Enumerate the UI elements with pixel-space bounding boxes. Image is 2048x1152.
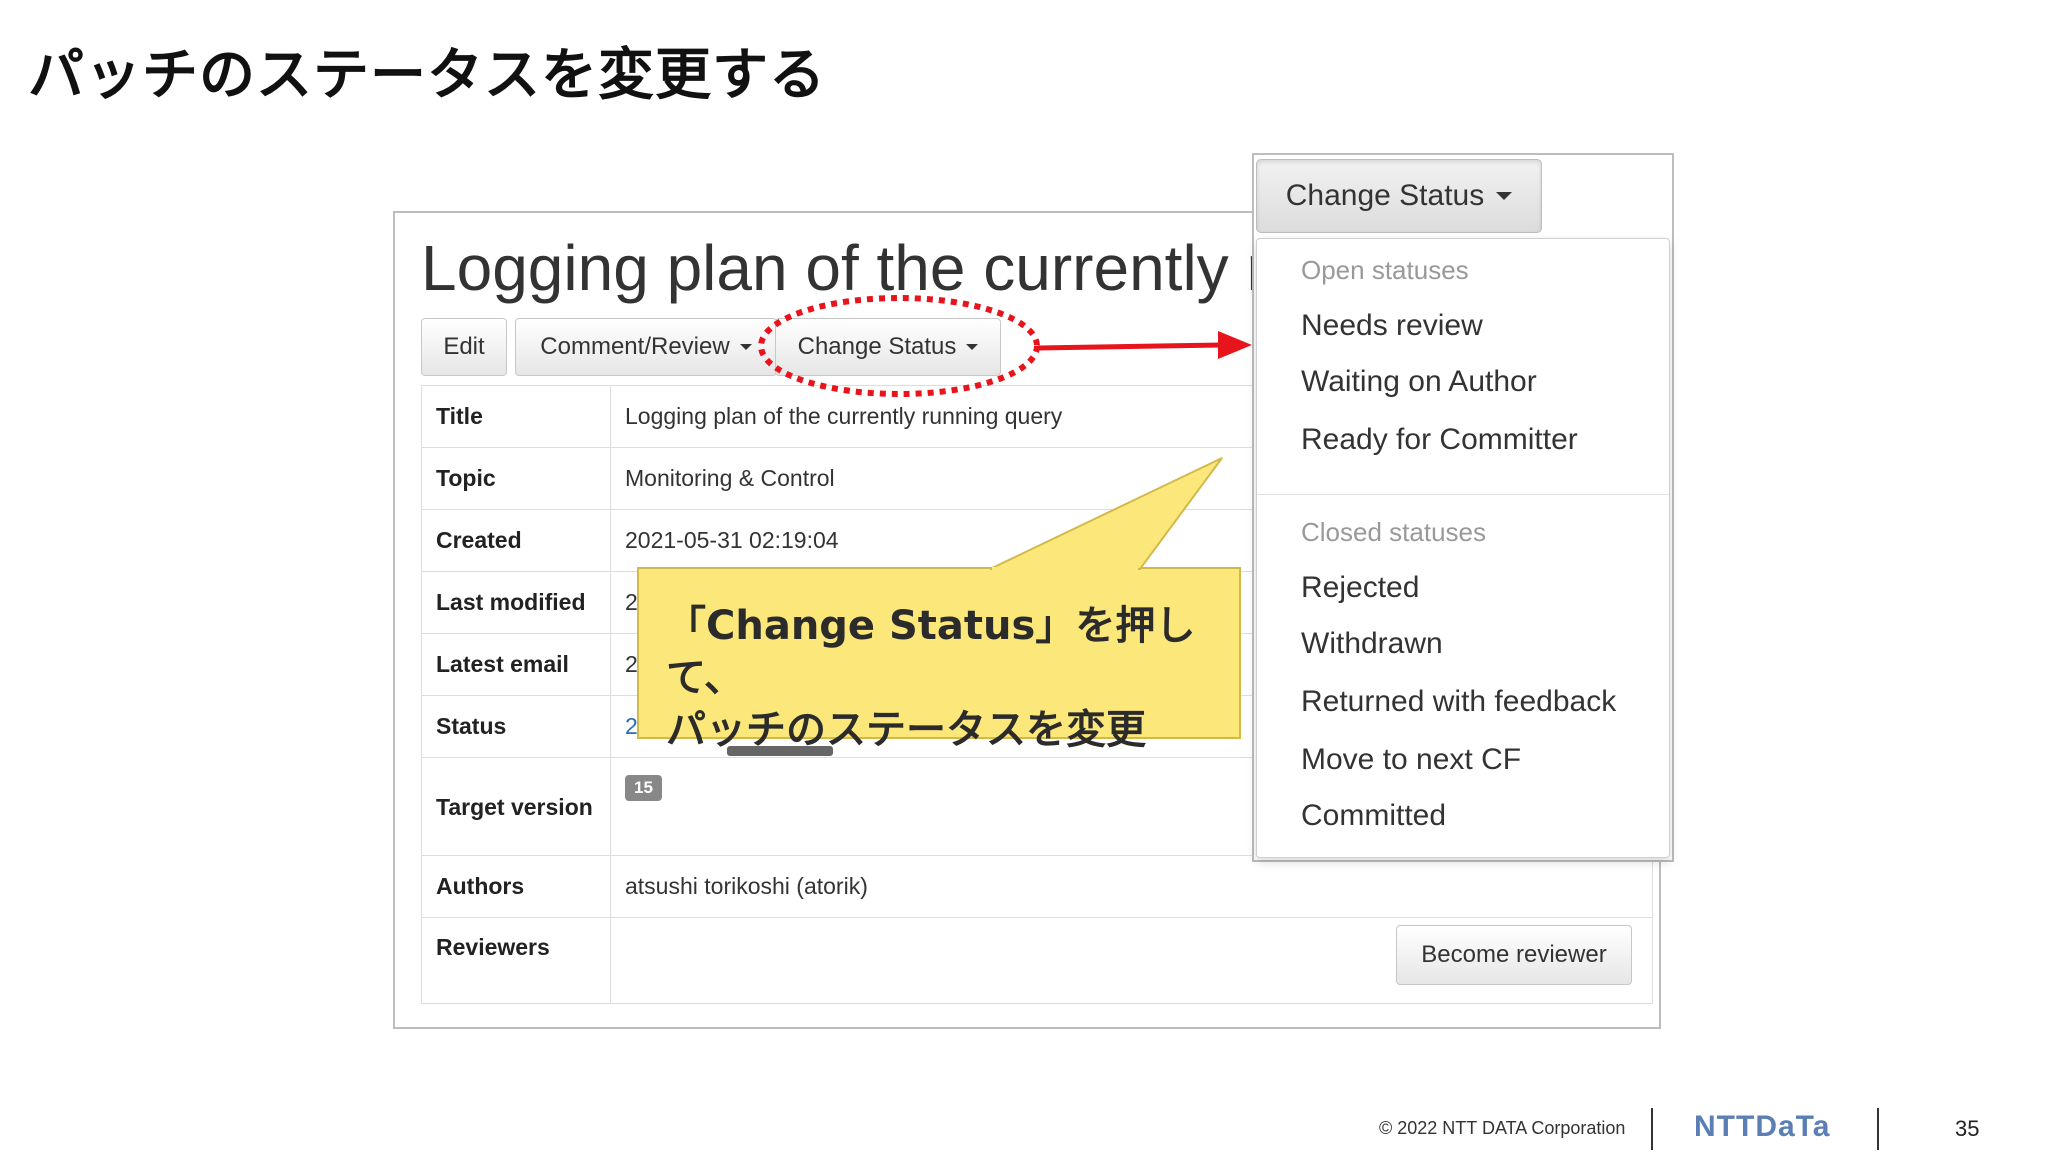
callout-line-2: パッチのステータスを変更 (666, 707, 1146, 753)
callout-line-1: 「Change Status」を押して、 (666, 603, 1196, 701)
become-reviewer-label: Become reviewer (1421, 941, 1607, 968)
change-status-dropdown-button[interactable]: Change Status (1256, 159, 1542, 233)
status-link[interactable]: 2 (625, 713, 638, 739)
menu-item-withdrawn[interactable]: Withdrawn (1301, 627, 1443, 661)
target-version-label: Target version (421, 757, 611, 856)
footer-divider (1877, 1108, 1879, 1150)
status-menu: Open statuses Needs review Waiting on Au… (1256, 238, 1670, 858)
title-label: Title (421, 385, 611, 448)
reviewers-cell: Become reviewer (610, 917, 1653, 1004)
version-badge: 15 (625, 775, 662, 801)
change-status-button[interactable]: Change Status (775, 318, 1001, 376)
change-status-dropdown-label: Change Status (1285, 179, 1485, 212)
copyright-text: © 2022 NTT DATA Corporation (1379, 1118, 1626, 1138)
edit-button[interactable]: Edit (421, 318, 507, 376)
callout-text: 「Change Status」を押して、 パッチのステータスを変更 (666, 600, 1246, 756)
latest-email-label: Latest email (421, 633, 611, 696)
menu-item-returned-with-feedback[interactable]: Returned with feedback (1301, 685, 1616, 719)
authors-value: atsushi torikoshi (atorik) (610, 855, 1653, 918)
topic-label: Topic (421, 447, 611, 510)
ntt-data-logo: NTTDaTa (1694, 1110, 1831, 1143)
comment-review-button[interactable]: Comment/Review (515, 318, 777, 376)
menu-item-rejected[interactable]: Rejected (1301, 571, 1419, 605)
status-label: Status (421, 695, 611, 758)
table-row: Authors atsushi torikoshi (atorik) (421, 855, 1653, 918)
authors-label: Authors (421, 855, 611, 918)
menu-item-ready-for-committer[interactable]: Ready for Committer (1301, 423, 1578, 457)
closed-statuses-header: Closed statuses (1301, 517, 1486, 547)
footer-divider (1651, 1108, 1653, 1150)
menu-item-move-to-next-cf[interactable]: Move to next CF (1301, 743, 1521, 777)
reviewers-label: Reviewers (421, 917, 611, 1004)
caret-down-icon (966, 344, 979, 350)
become-reviewer-button[interactable]: Become reviewer (1396, 925, 1632, 985)
open-statuses-header: Open statuses (1301, 255, 1469, 285)
page-number: 35 (1955, 1116, 1980, 1141)
menu-item-waiting-on-author[interactable]: Waiting on Author (1301, 365, 1537, 399)
change-status-dropdown-panel: Change Status Open statuses Needs review… (1252, 153, 1674, 862)
last-modified-label: Last modified (421, 571, 611, 634)
created-label: Created (421, 509, 611, 572)
menu-item-committed[interactable]: Committed (1301, 799, 1446, 833)
menu-divider (1257, 494, 1669, 495)
patch-heading: Logging plan of the currently r (421, 232, 1268, 304)
change-status-label: Change Status (797, 333, 957, 360)
caret-down-icon (739, 344, 752, 350)
edit-button-label: Edit (443, 333, 485, 360)
table-row: Reviewers Become reviewer (421, 917, 1653, 1004)
caret-down-icon (1496, 192, 1513, 200)
slide-title: パッチのステータスを変更する (28, 43, 826, 108)
menu-item-needs-review[interactable]: Needs review (1301, 309, 1483, 343)
comment-review-label: Comment/Review (540, 333, 730, 360)
